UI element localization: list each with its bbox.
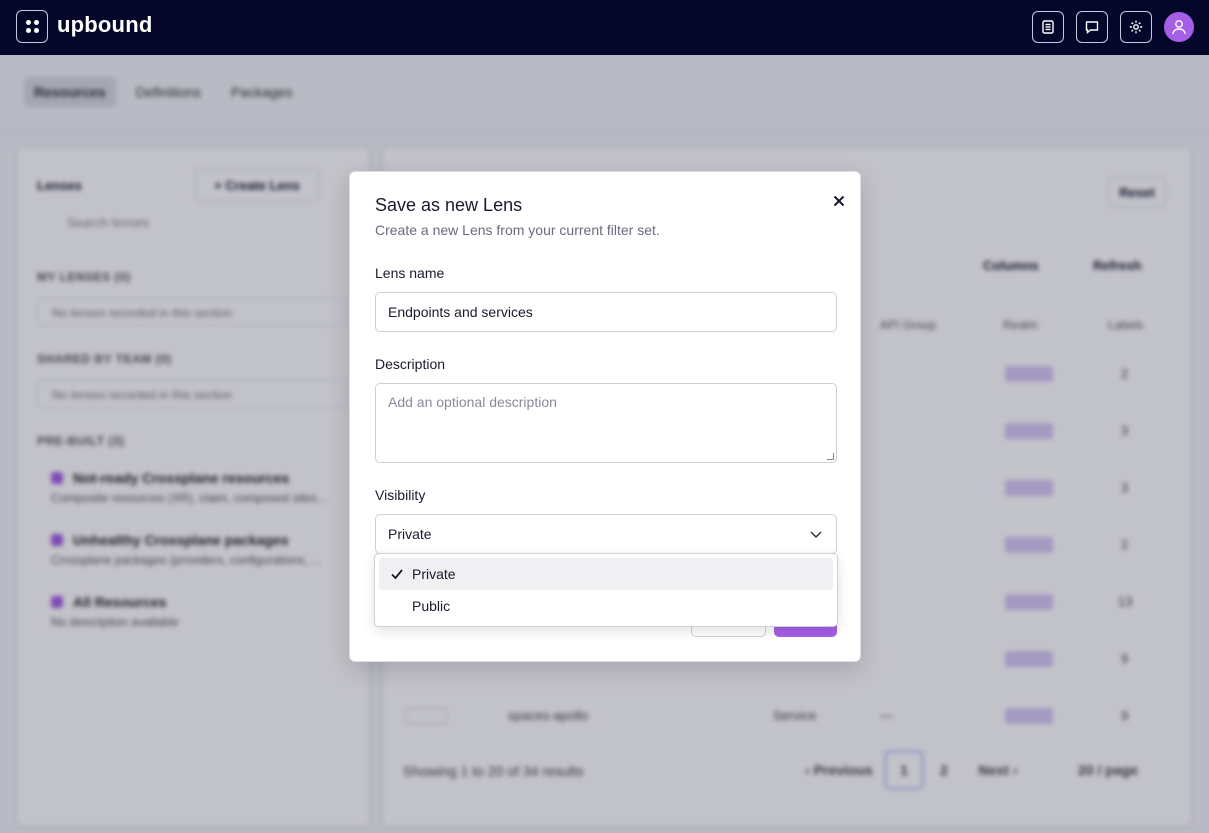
lens-name-input[interactable]: Endpoints and services [375, 292, 837, 332]
settings-button[interactable] [1120, 11, 1152, 43]
docs-button[interactable] [1032, 11, 1064, 43]
app-launcher-button[interactable] [16, 10, 48, 43]
visibility-selected-value: Private [388, 526, 432, 542]
option-label: Public [412, 598, 451, 614]
grid-dots-icon [25, 20, 39, 33]
settings-icon [1129, 20, 1143, 34]
chat-button[interactable] [1076, 11, 1108, 43]
visibility-label: Visibility [375, 487, 426, 503]
dialog-title: Save as new Lens [375, 195, 523, 215]
docs-icon [1042, 20, 1054, 34]
user-avatar[interactable] [1164, 12, 1194, 42]
user-avatar-icon [1172, 20, 1186, 35]
dialog-subtitle: Create a new Lens from your current filt… [375, 222, 660, 238]
check-icon [391, 569, 403, 580]
description-label: Description [375, 356, 446, 372]
visibility-select[interactable]: Private [375, 514, 837, 554]
option-label: Private [412, 566, 456, 582]
chat-icon [1085, 21, 1099, 34]
description-textarea[interactable]: Add an optional description [375, 383, 837, 463]
close-icon [833, 195, 845, 207]
visibility-dropdown-menu: Private Public [374, 553, 838, 627]
chevron-down-icon [810, 531, 822, 539]
top-navigation-bar: upbound [0, 0, 1209, 55]
option-public[interactable]: Public [379, 590, 833, 622]
option-private[interactable]: Private [379, 558, 833, 590]
close-button[interactable] [828, 190, 850, 212]
lens-name-label: Lens name [375, 265, 445, 281]
upbound-logo[interactable]: upbound [57, 12, 152, 38]
